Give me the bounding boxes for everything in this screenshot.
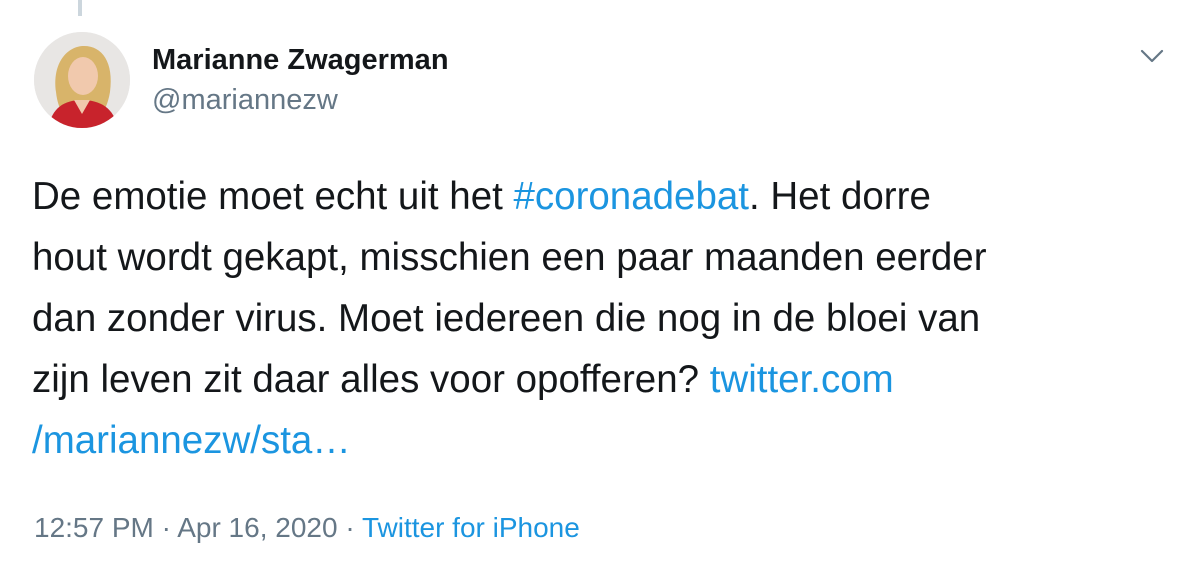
tweet-line: dan zonder virus. Moet iedereen die nog … [32,288,1162,349]
tweet-line: /mariannezw/sta… [32,410,1162,471]
tweet-source-link[interactable]: Twitter for iPhone [362,512,580,543]
tweet-text-segment: hout wordt gekapt, misschien een paar ma… [32,236,987,279]
tweet-time[interactable]: 12:57 PM [34,512,154,543]
avatar[interactable] [34,32,130,128]
tweet-text-segment: De emotie moet echt uit het [32,175,514,218]
chevron-down-icon[interactable] [1136,40,1168,72]
author-name[interactable]: Marianne Zwagerman [152,44,449,77]
tweet-text: De emotie moet echt uit het #coronadebat… [32,166,1162,471]
tweet-date[interactable]: Apr 16, 2020 [177,512,337,543]
separator-dot: · [337,512,362,543]
tweet-text-segment: . Het dorre [748,175,931,218]
url-link[interactable]: twitter.com [710,358,894,401]
hashtag-link[interactable]: #coronadebat [514,175,749,218]
tweet-line: De emotie moet echt uit het #coronadebat… [32,166,1162,227]
tweet-metadata: 12:57 PM · Apr 16, 2020 · Twitter for iP… [34,512,580,544]
tweet-line: zijn leven zit daar alles voor opofferen… [32,349,1162,410]
tweet-line: hout wordt gekapt, misschien een paar ma… [32,227,1162,288]
url-link-continued[interactable]: /mariannezw/sta… [32,419,351,462]
thread-connector-line [78,0,82,16]
tweet-text-segment: dan zonder virus. Moet iedereen die nog … [32,297,981,340]
avatar-image [34,32,130,128]
tweet-text-segment: zijn leven zit daar alles voor opofferen… [32,358,710,401]
author-handle[interactable]: @mariannezw [152,84,338,117]
separator-dot: · [153,512,178,543]
